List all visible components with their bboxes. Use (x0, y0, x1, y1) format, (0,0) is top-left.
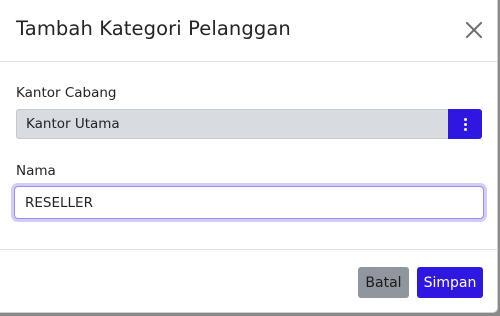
kantor-cabang-value: Kantor Utama (16, 109, 449, 139)
nama-input[interactable] (14, 186, 484, 219)
save-button[interactable]: Simpan (417, 267, 483, 298)
close-icon[interactable] (463, 19, 485, 41)
kantor-cabang-select-button[interactable] (448, 109, 482, 139)
modal-footer: Batal Simpan (0, 249, 498, 313)
kantor-cabang-field: Kantor Utama (16, 109, 482, 139)
kantor-cabang-label: Kantor Cabang (16, 85, 117, 101)
add-customer-category-modal: Tambah Kategori Pelanggan Kantor Cabang … (0, 0, 498, 313)
vertical-dots-icon (463, 117, 467, 131)
cancel-button[interactable]: Batal (358, 267, 409, 298)
modal-title: Tambah Kategori Pelanggan (16, 17, 291, 40)
nama-label: Nama (16, 163, 56, 179)
modal-header: Tambah Kategori Pelanggan (0, 0, 497, 62)
